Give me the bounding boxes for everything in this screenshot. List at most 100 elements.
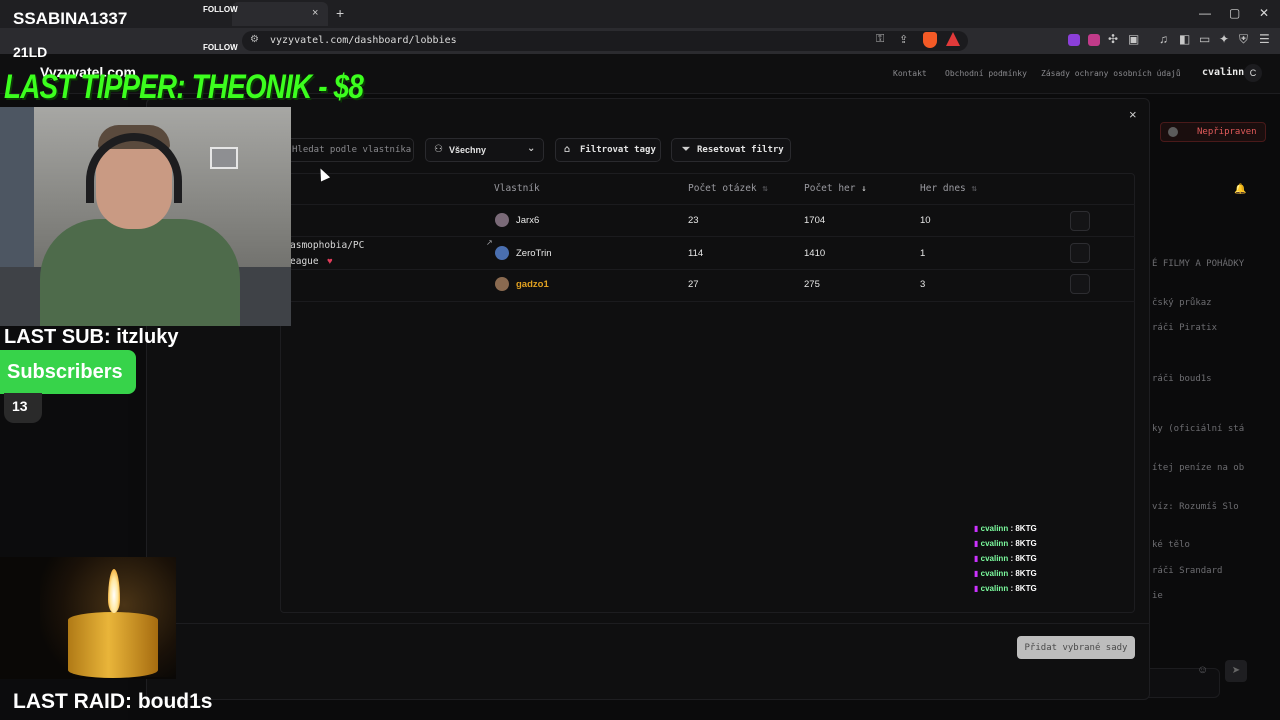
questions-count: 23 bbox=[688, 215, 699, 226]
column-questions[interactable]: Počet otázek ⇅ bbox=[688, 183, 768, 194]
last-tipper-banner: LAST TIPPER: THEONIK - $8 bbox=[4, 68, 364, 106]
set-list-item: ráči Piratix bbox=[1152, 323, 1218, 333]
external-link-icon[interactable]: ↗ bbox=[486, 238, 493, 247]
chat-text: : 8KTG bbox=[1010, 524, 1037, 533]
close-window-icon[interactable]: ✕ bbox=[1259, 6, 1269, 20]
vpn-icon[interactable]: ⛨ bbox=[1239, 32, 1248, 47]
last-raid-banner: LAST RAID: boud1s bbox=[13, 690, 213, 713]
table-divider bbox=[280, 301, 1135, 302]
sort-desc-icon: ↓ bbox=[861, 184, 867, 194]
chat-text: : 8KTG bbox=[1010, 554, 1037, 563]
table-row[interactable] bbox=[280, 269, 1135, 301]
sort-icon: ⇅ bbox=[971, 184, 977, 194]
set-list-item: víz: Rozumíš Slo bbox=[1152, 502, 1239, 512]
column-games[interactable]: Počet her ↓ bbox=[804, 183, 867, 194]
set-name-line: asmophobia/PC bbox=[290, 240, 365, 251]
owner-filter-select[interactable]: ⚇ Všechny ⌄ bbox=[425, 138, 544, 162]
set-name-line: eague bbox=[290, 256, 319, 267]
privacy-link[interactable]: Zásady ochrany osobních údajů bbox=[1041, 69, 1181, 78]
recent-follower: 21LD bbox=[13, 44, 48, 60]
chat-text: : 8KTG bbox=[1010, 584, 1037, 593]
column-owner[interactable]: Vlastník bbox=[494, 183, 540, 194]
avatar[interactable]: C bbox=[1244, 64, 1262, 82]
extension-icon[interactable] bbox=[1088, 34, 1100, 46]
wallet-icon[interactable]: ▭ bbox=[1199, 32, 1210, 46]
chat-username: cvalinn bbox=[980, 554, 1009, 563]
webcam-picture-frame bbox=[210, 147, 238, 169]
modal-footer-divider bbox=[146, 623, 1150, 624]
contact-link[interactable]: Kontakt bbox=[893, 69, 927, 78]
row-select-checkbox[interactable] bbox=[1070, 211, 1090, 231]
add-selected-sets-button[interactable]: Přidat vybrané sady bbox=[1017, 636, 1135, 659]
table-row[interactable] bbox=[280, 204, 1135, 236]
follow-label: FOLLOW bbox=[203, 43, 238, 52]
set-list-item: É FILMY A POHÁDKY bbox=[1152, 259, 1245, 269]
column-games-today-label: Her dnes bbox=[920, 183, 966, 194]
set-list-item: ráči boud1s bbox=[1152, 374, 1212, 384]
chat-message: ▮ cvalinn : 8KTG bbox=[974, 554, 1037, 563]
chevron-down-icon: ⌄ bbox=[527, 143, 536, 154]
status-label: Nepřipraven bbox=[1197, 127, 1257, 137]
password-key-icon[interactable]: ⚿ bbox=[876, 33, 884, 46]
status-dot bbox=[1168, 127, 1178, 137]
filter-tags-button[interactable]: ⌂ Filtrovat tagy bbox=[555, 138, 661, 162]
games-today-count: 3 bbox=[920, 279, 926, 290]
brave-shields-icon[interactable] bbox=[923, 32, 937, 48]
bell-icon[interactable]: 🔔 bbox=[1234, 184, 1246, 195]
menu-icon[interactable]: ☰ bbox=[1259, 32, 1270, 46]
subscribers-label: Subscribers bbox=[7, 361, 123, 383]
row-select-checkbox[interactable] bbox=[1070, 274, 1090, 294]
owner-name[interactable]: gadzo1 bbox=[516, 279, 549, 290]
tab-close-icon[interactable]: × bbox=[312, 7, 318, 19]
webcam-feed bbox=[0, 107, 291, 326]
chat-message: ▮ cvalinn : 8KTG bbox=[974, 569, 1037, 578]
tag-icon: ⌂ bbox=[564, 144, 571, 155]
games-today-count: 1 bbox=[920, 248, 926, 259]
background-right-panel bbox=[1150, 94, 1280, 720]
mic-icon: ▮ bbox=[974, 554, 979, 563]
url-text[interactable]: vyzyvatel.com/dashboard/lobbies bbox=[270, 35, 457, 46]
media-icon[interactable]: ♫ bbox=[1159, 32, 1168, 46]
extension-icon[interactable] bbox=[1068, 34, 1080, 46]
questions-count: 114 bbox=[688, 248, 704, 259]
owner-search-input[interactable] bbox=[278, 138, 414, 162]
maximize-icon[interactable]: ▢ bbox=[1229, 6, 1240, 20]
column-questions-label: Počet otázek bbox=[688, 183, 757, 194]
new-tab-icon[interactable]: + bbox=[336, 5, 344, 21]
minimize-icon[interactable]: — bbox=[1199, 6, 1211, 20]
sort-icon: ⇅ bbox=[762, 184, 768, 194]
chat-username: cvalinn bbox=[980, 584, 1009, 593]
mic-icon: ▮ bbox=[974, 584, 979, 593]
owner-name[interactable]: Jarx6 bbox=[516, 215, 539, 226]
games-count: 1704 bbox=[804, 215, 826, 226]
chat-text: : 8KTG bbox=[1010, 569, 1037, 578]
column-games-today[interactable]: Her dnes ⇅ bbox=[920, 183, 977, 194]
reset-filters-button[interactable]: ⏷ Resetovat filtry bbox=[671, 138, 791, 162]
filter-icon: ⏷ bbox=[682, 144, 690, 155]
column-games-label: Počet her bbox=[804, 183, 856, 194]
table-row[interactable] bbox=[280, 236, 1135, 268]
owner-name[interactable]: ZeroTrin bbox=[516, 248, 552, 259]
games-count: 275 bbox=[804, 279, 820, 290]
modal-close-icon[interactable]: × bbox=[1129, 107, 1137, 122]
sidebar-icon[interactable]: ◧ bbox=[1179, 32, 1190, 46]
emoji-icon: ☺ bbox=[1197, 664, 1209, 676]
puzzle-icon[interactable]: ✣ bbox=[1108, 32, 1118, 46]
column-owner-label: Vlastník bbox=[494, 183, 540, 194]
candle-icon bbox=[68, 612, 158, 678]
webcam-person-body bbox=[40, 219, 240, 326]
screenshot-icon[interactable]: ▣ bbox=[1128, 32, 1139, 46]
owner-avatar bbox=[495, 246, 509, 260]
streamer-name: SSABINA1337 bbox=[13, 9, 128, 28]
username[interactable]: cvalinn bbox=[1202, 67, 1244, 78]
terms-link[interactable]: Obchodní podmínky bbox=[945, 69, 1027, 78]
chat-text: : 8KTG bbox=[1010, 539, 1037, 548]
row-select-checkbox[interactable] bbox=[1070, 243, 1090, 263]
share-icon[interactable]: ⇪ bbox=[899, 33, 908, 46]
owner-filter-value: Všechny bbox=[449, 145, 487, 155]
site-info-icon[interactable]: ⚙ bbox=[250, 34, 259, 45]
users-icon: ⚇ bbox=[434, 144, 443, 155]
leo-ai-icon[interactable]: ✦ bbox=[1219, 32, 1229, 46]
owner-avatar bbox=[495, 277, 509, 291]
set-list-item: ky (oficiální stá bbox=[1152, 424, 1245, 434]
